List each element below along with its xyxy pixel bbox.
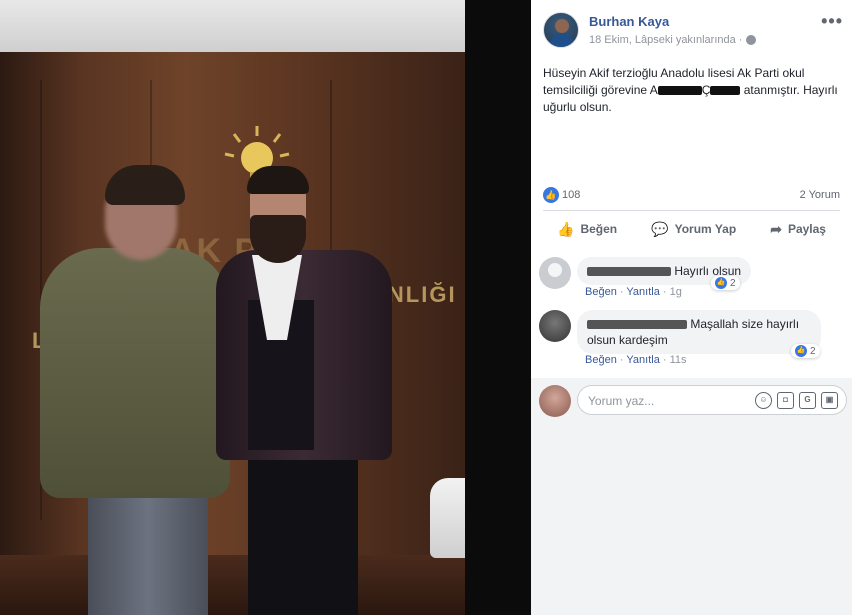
post-photo[interactable]: AK P LI ANLIĞI L xyxy=(0,0,531,615)
comment-reply-link[interactable]: Yanıtla xyxy=(626,286,659,298)
comment-like-link[interactable]: Beğen xyxy=(585,286,617,298)
emoji-icon[interactable]: ☺ xyxy=(755,392,772,409)
comment-time[interactable]: 11s xyxy=(670,354,687,366)
share-button[interactable]: ➦ Paylaş xyxy=(756,221,840,238)
like-count[interactable]: 108 xyxy=(562,189,580,201)
like-reaction-icon: 👍 xyxy=(715,277,727,289)
post-meta: 18 Ekim, Lâpseki yakınlarında · xyxy=(589,34,757,46)
share-arrow-icon: ➦ xyxy=(770,220,782,237)
post-stats: 👍 108 2 Yorum xyxy=(543,187,840,205)
comment-item: Maşallah size hayırlı olsun kardeşim 👍 2… xyxy=(539,310,844,370)
redacted-name xyxy=(657,86,702,96)
more-options-icon[interactable]: ••• xyxy=(821,12,843,30)
person-right-hair xyxy=(247,166,309,194)
post-date-location[interactable]: 18 Ekim, Lâpseki yakınlarında · xyxy=(589,34,742,46)
like-button[interactable]: 👍 Beğen xyxy=(543,221,631,238)
globe-icon xyxy=(746,35,757,45)
comment-meta: Beğen · Yanıtla · 11s xyxy=(585,354,687,366)
post-text-part: Ç xyxy=(701,83,711,97)
thumbs-up-icon: 👍 xyxy=(557,220,575,237)
floor xyxy=(0,555,465,615)
comment-input-placeholder: Yorum yaz... xyxy=(588,394,655,408)
redacted-commenter-name[interactable] xyxy=(587,320,687,330)
photo-content: AK P LI ANLIĞI L xyxy=(0,0,465,615)
comment-meta: Beğen · Yanıtla · 1g xyxy=(585,286,682,298)
comment-like-link[interactable]: Beğen xyxy=(585,354,617,366)
like-reaction-icon: 👍 xyxy=(795,345,807,357)
comment-input[interactable]: Yorum yaz... ☺ ◘ G ▣ xyxy=(577,385,847,415)
comment-compose: Yorum yaz... ☺ ◘ G ▣ xyxy=(539,383,847,419)
like-reaction-icon[interactable]: 👍 xyxy=(543,187,559,203)
comment-reactions[interactable]: 👍 2 xyxy=(791,344,820,358)
comment-reply-link[interactable]: Yanıtla xyxy=(626,354,659,366)
reaction-count: 2 xyxy=(810,345,816,357)
camera-icon[interactable]: ◘ xyxy=(777,392,794,409)
current-user-avatar[interactable] xyxy=(539,385,571,417)
commenter-avatar[interactable] xyxy=(539,310,571,342)
comment-count[interactable]: 2 Yorum xyxy=(800,189,840,201)
comment-bubble: Maşallah size hayırlı olsun kardeşim xyxy=(577,310,821,354)
ceiling xyxy=(0,0,465,52)
commenter-avatar[interactable] xyxy=(539,257,571,289)
redacted-commenter-name[interactable] xyxy=(587,267,671,277)
sticker-icon[interactable]: ▣ xyxy=(821,392,838,409)
speech-bubble-icon: 💬 xyxy=(651,220,669,237)
like-button-label: Beğen xyxy=(580,222,618,236)
divider xyxy=(543,210,840,211)
comment-button[interactable]: 💬 Yorum Yap xyxy=(637,221,750,238)
post-header: Burhan Kaya 18 Ekim, Lâpseki yakınlarınd… xyxy=(543,12,843,52)
post-panel: Burhan Kaya 18 Ekim, Lâpseki yakınlarınd… xyxy=(531,0,852,615)
post-actions: 👍 Beğen 💬 Yorum Yap ➦ Paylaş xyxy=(543,214,840,244)
comment-time[interactable]: 1g xyxy=(670,286,682,298)
comment-reactions[interactable]: 👍 2 xyxy=(711,276,740,290)
chair xyxy=(430,478,465,558)
comment-item: Hayırlı olsun 👍 2 Beğen · Yanıtla · 1g xyxy=(539,257,844,303)
redacted-name xyxy=(710,86,741,96)
post-text: Hüseyin Akif terzioğlu Anadolu lisesi Ak… xyxy=(543,65,839,116)
reaction-count: 2 xyxy=(730,277,736,289)
person-left-hoodie xyxy=(40,248,230,498)
share-button-label: Paylaş xyxy=(787,222,826,236)
author-avatar[interactable] xyxy=(543,12,579,48)
person-right-legs xyxy=(248,440,358,615)
comment-button-label: Yorum Yap xyxy=(674,222,737,236)
author-name[interactable]: Burhan Kaya xyxy=(589,14,669,29)
compose-icons: ☺ ◘ G ▣ xyxy=(755,392,838,409)
gif-icon[interactable]: G xyxy=(799,392,816,409)
